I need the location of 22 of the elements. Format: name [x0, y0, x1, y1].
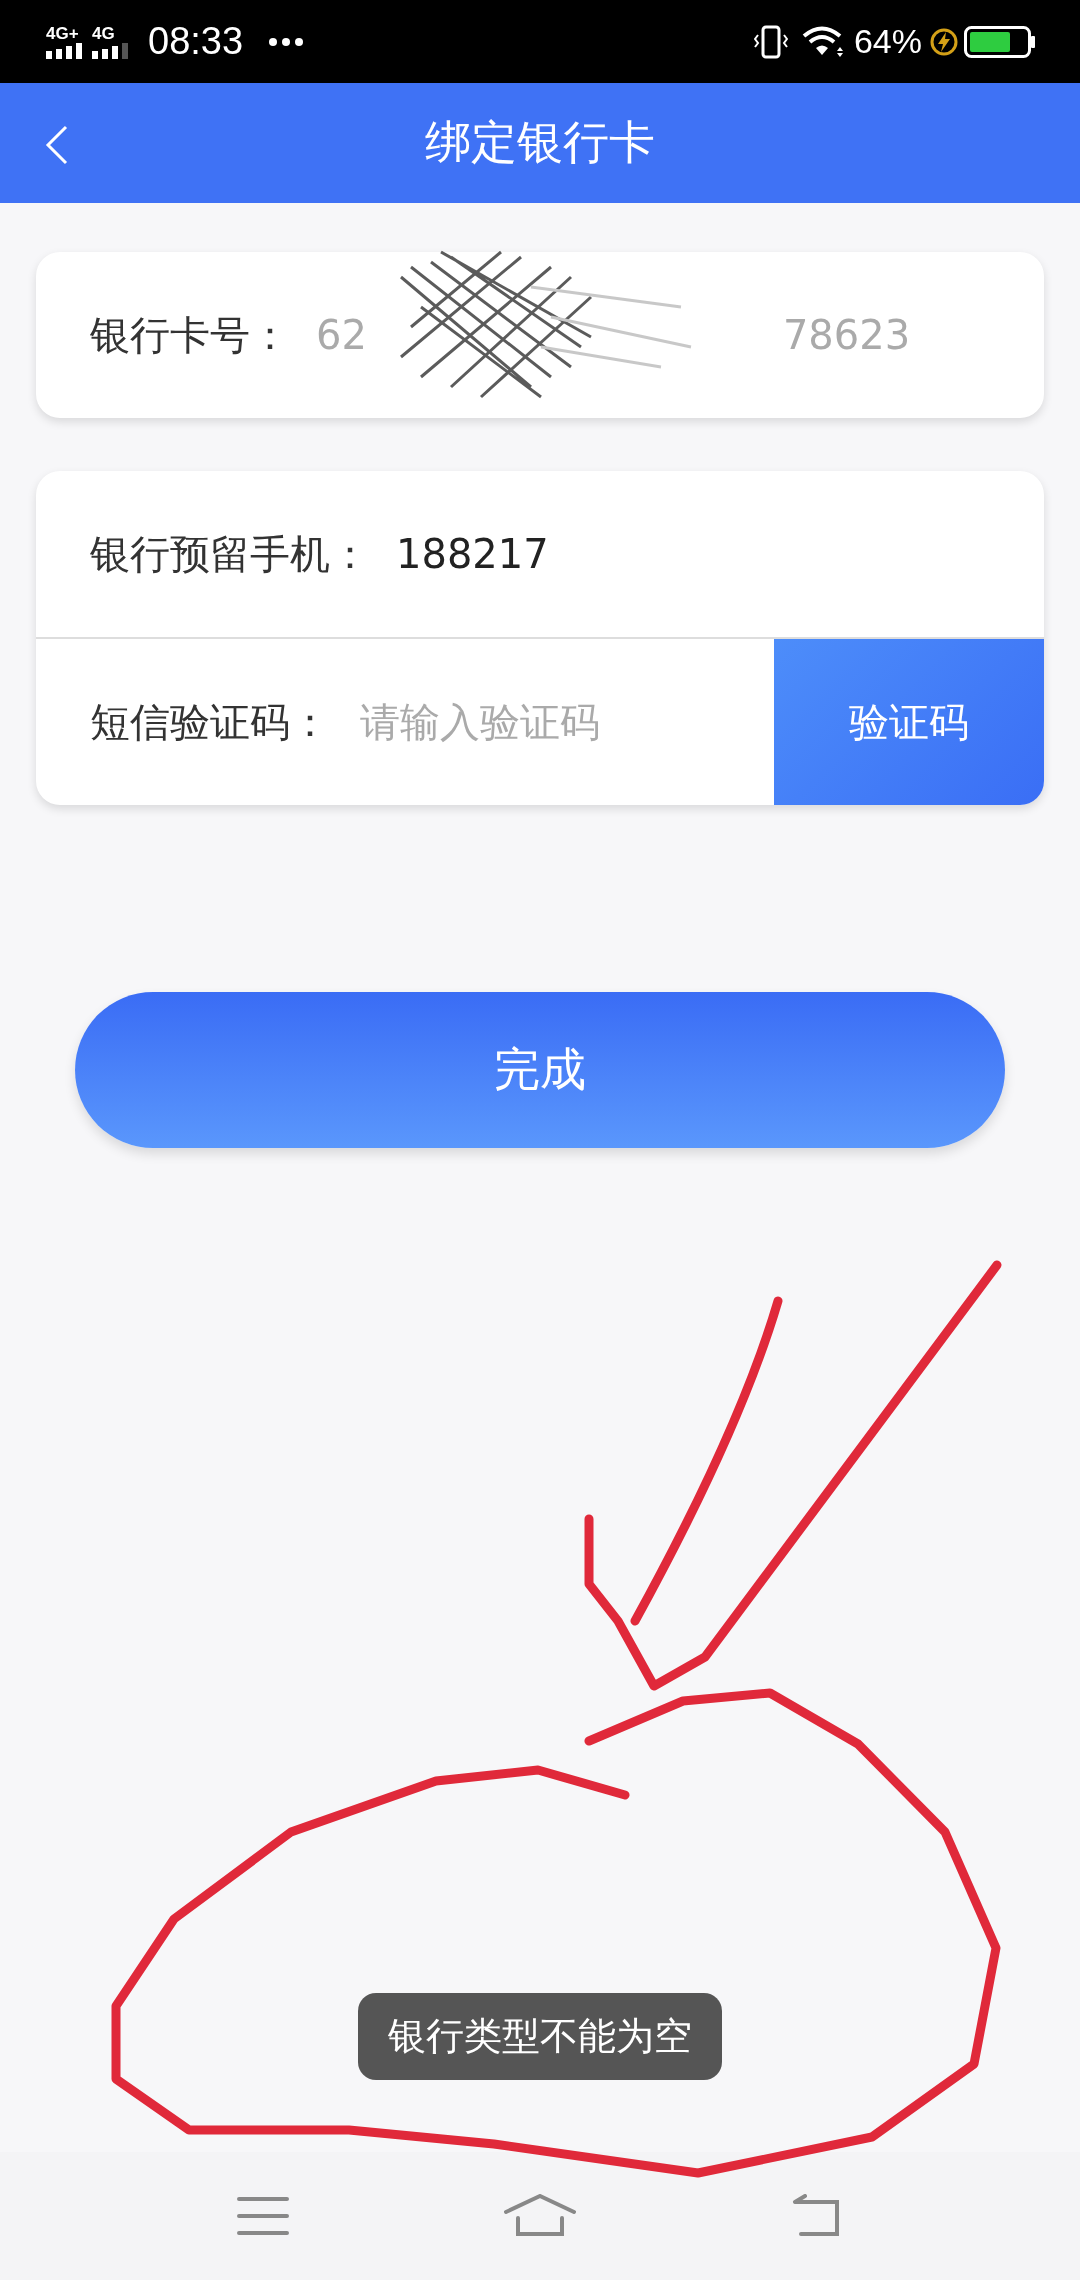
toast-message: 银行类型不能为空 — [358, 1993, 722, 2080]
more-dots-icon — [269, 37, 304, 46]
charging-icon — [930, 27, 958, 56]
network-label: 4G — [92, 24, 115, 43]
wifi-icon — [801, 24, 846, 59]
vibrate-icon — [753, 24, 788, 59]
card-number-text: 62 — [316, 312, 367, 358]
submit-button[interactable]: 完成 — [75, 992, 1005, 1148]
clock-time: 08:33 — [148, 20, 244, 63]
battery-percent: 64% — [853, 22, 922, 61]
field-label: 银行预留手机： — [90, 529, 370, 579]
field-label: 短信验证码： — [90, 697, 330, 747]
home-icon — [504, 2194, 576, 2238]
phone-number-text: 188217 — [396, 531, 549, 577]
menu-icon — [237, 2196, 290, 2236]
network-label: 4G+ — [46, 24, 79, 43]
get-code-button[interactable]: 验证码 — [774, 639, 1044, 805]
card-number-text: 78623 — [782, 312, 911, 358]
page-title: 绑定银行卡 — [425, 114, 655, 171]
field-label: 银行卡号： — [90, 310, 290, 360]
code-input-field[interactable]: 请输入验证码 — [358, 698, 774, 746]
battery-icon — [964, 25, 1036, 58]
